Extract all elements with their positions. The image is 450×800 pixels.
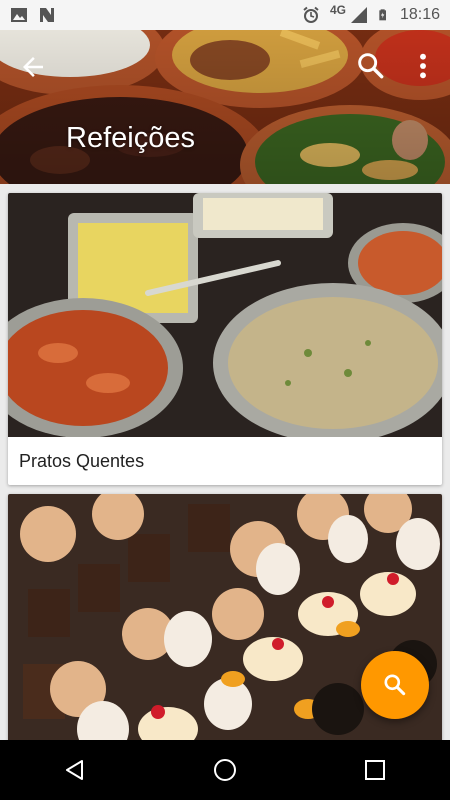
- collapsing-toolbar: Refeições: [0, 30, 450, 184]
- battery-icon: [379, 9, 386, 21]
- signal-icon: [350, 7, 367, 23]
- recents-square-icon: [365, 760, 385, 780]
- back-triangle-icon: [66, 760, 83, 780]
- clock: 18:16: [399, 6, 440, 23]
- system-navigation-bar: [0, 740, 450, 800]
- nav-home-button[interactable]: [195, 740, 255, 800]
- nav-recents-button[interactable]: [345, 740, 405, 800]
- search-fab[interactable]: [361, 651, 429, 719]
- category-card-desserts[interactable]: [8, 494, 442, 754]
- card-image-buffet: [8, 193, 442, 437]
- more-vert-icon[interactable]: [412, 50, 434, 82]
- search-icon: [384, 674, 406, 696]
- image-icon: [11, 8, 27, 22]
- page-title: Refeições: [66, 122, 195, 154]
- nav-back-button[interactable]: [45, 740, 105, 800]
- n-icon: [40, 8, 54, 22]
- category-card-pratos-quentes[interactable]: Pratos Quentes: [8, 193, 442, 485]
- search-icon[interactable]: [355, 50, 387, 82]
- alarm-icon: [303, 6, 319, 23]
- back-arrow-icon[interactable]: [18, 52, 48, 82]
- network-type: 4G: [329, 3, 346, 17]
- card-image-pastries: [8, 494, 442, 754]
- status-bar: 4G 18:16: [0, 0, 450, 30]
- card-title: Pratos Quentes: [19, 451, 145, 471]
- home-circle-icon: [214, 759, 236, 781]
